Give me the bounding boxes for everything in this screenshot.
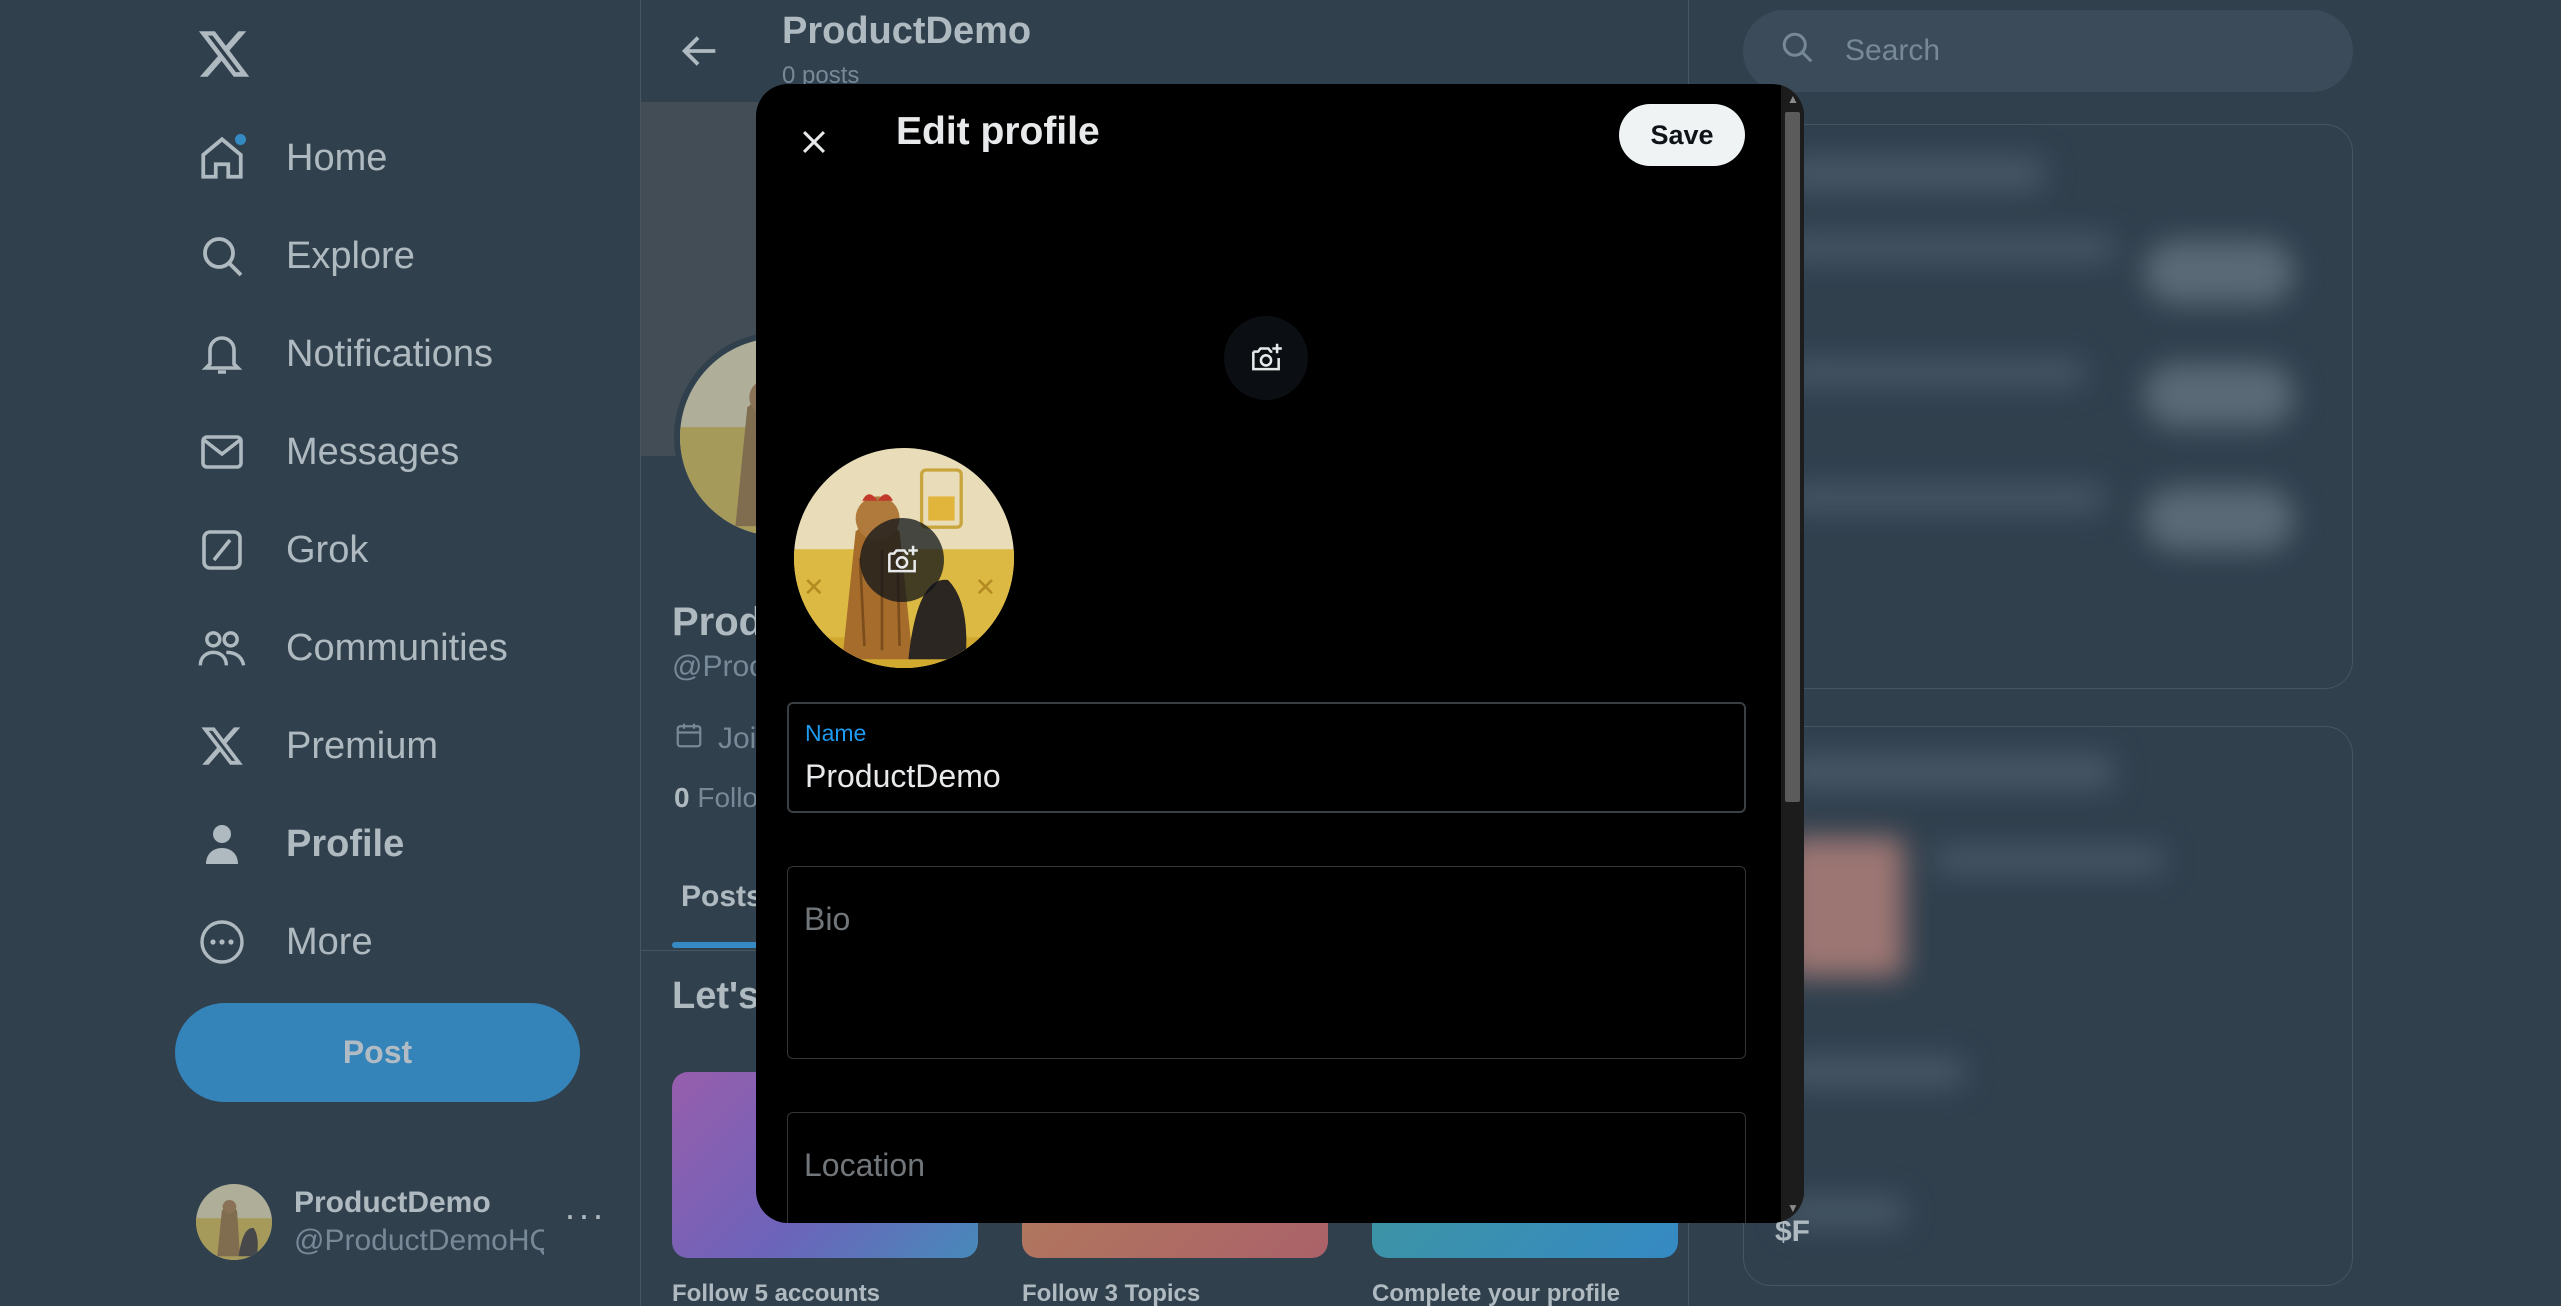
name-input[interactable]	[805, 758, 1725, 795]
scroll-thumb[interactable]	[1785, 112, 1800, 802]
edit-profile-dialog: Edit profile Save Name Bio Location	[756, 84, 1804, 1223]
scroll-down-arrow-icon[interactable]: ▼	[1787, 1201, 1799, 1215]
bio-field[interactable]: Bio	[787, 866, 1746, 1059]
add-photo-icon[interactable]	[860, 518, 944, 602]
dialog-title: Edit profile	[896, 110, 1100, 153]
name-field-label: Name	[805, 720, 867, 746]
bio-placeholder: Bio	[804, 901, 851, 937]
close-icon[interactable]	[786, 114, 842, 170]
name-field[interactable]: Name	[787, 702, 1746, 813]
scroll-up-arrow-icon[interactable]: ▲	[1787, 92, 1799, 106]
location-field[interactable]: Location	[787, 1112, 1746, 1223]
add-photo-icon[interactable]	[1224, 316, 1308, 400]
location-placeholder: Location	[804, 1147, 925, 1183]
save-button[interactable]: Save	[1619, 104, 1745, 166]
scrollbar[interactable]: ▲ ▼	[1781, 84, 1804, 1223]
